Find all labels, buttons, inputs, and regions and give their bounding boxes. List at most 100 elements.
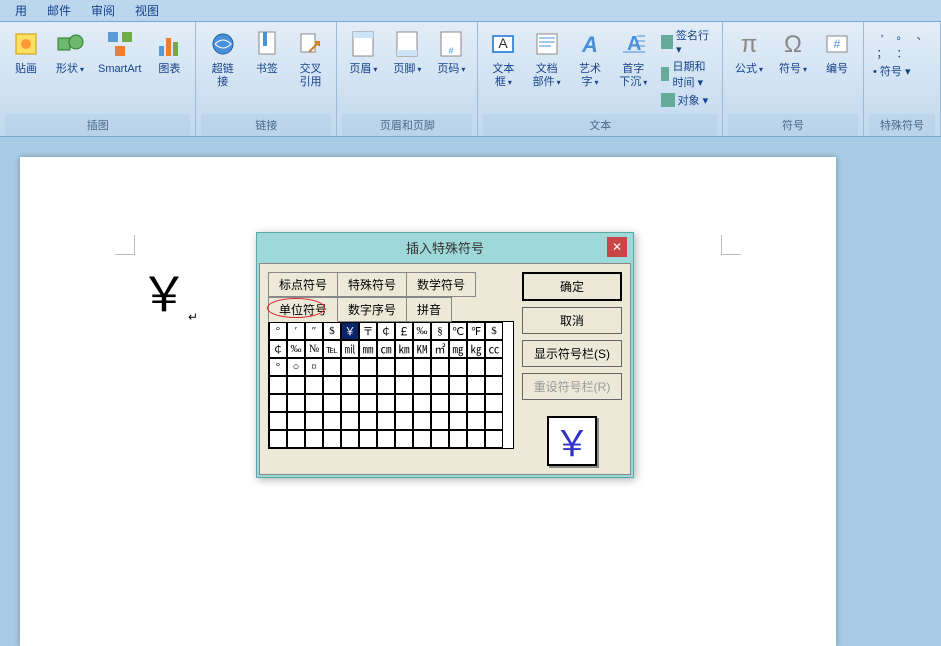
menu-item-0[interactable]: 用 xyxy=(5,0,37,21)
symbol-cell[interactable] xyxy=(377,412,395,430)
symbol-cell[interactable] xyxy=(431,394,449,412)
symbol-cell[interactable] xyxy=(377,394,395,412)
symbol-cell[interactable] xyxy=(359,376,377,394)
symbol-cell[interactable] xyxy=(323,376,341,394)
symbol-cell[interactable] xyxy=(485,376,503,394)
symbol-cell[interactable] xyxy=(395,430,413,448)
ribbon-btn-smartart[interactable]: SmartArt xyxy=(93,25,146,79)
symbol-cell[interactable] xyxy=(431,358,449,376)
symbol-cell[interactable] xyxy=(287,430,305,448)
symbol-cell[interactable]: ‰ xyxy=(413,322,431,340)
symbol-cell[interactable]: ℃ xyxy=(449,322,467,340)
symbol-cell[interactable] xyxy=(395,412,413,430)
special-symbol-dropdown[interactable]: • 符号 ▾ xyxy=(873,63,931,79)
menu-item-3[interactable]: 视图 xyxy=(125,0,169,21)
symbol-cell[interactable] xyxy=(359,412,377,430)
tab-unit[interactable]: 单位符号 xyxy=(268,297,338,322)
symbol-cell[interactable] xyxy=(269,412,287,430)
symbol-cell[interactable]: ‰ xyxy=(287,340,305,358)
symbol-cell[interactable]: ′ xyxy=(287,322,305,340)
ribbon-mini-item[interactable]: 对象 ▾ xyxy=(661,92,713,108)
symbol-cell[interactable] xyxy=(467,430,485,448)
symbol-cell[interactable] xyxy=(287,394,305,412)
symbol-cell[interactable]: ￠ xyxy=(269,340,287,358)
ok-button[interactable]: 确定 xyxy=(522,272,622,301)
symbol-cell[interactable] xyxy=(449,358,467,376)
menu-item-1[interactable]: 邮件 xyxy=(37,0,81,21)
ribbon-mini-item[interactable]: 签名行 ▾ xyxy=(661,27,713,56)
symbol-cell[interactable]: ℡ xyxy=(323,340,341,358)
tab-math[interactable]: 数学符号 xyxy=(406,272,476,297)
symbol-cell[interactable]: ° xyxy=(269,322,287,340)
symbol-cell[interactable] xyxy=(431,376,449,394)
symbol-cell[interactable] xyxy=(467,394,485,412)
symbol-cell[interactable] xyxy=(395,358,413,376)
ribbon-btn-header[interactable]: 页眉▾ xyxy=(342,25,384,79)
symbol-cell[interactable] xyxy=(359,430,377,448)
symbol-cell[interactable] xyxy=(305,376,323,394)
special-char-btn[interactable]: ： xyxy=(893,45,911,61)
symbol-cell[interactable] xyxy=(323,412,341,430)
special-char-btn[interactable]: , xyxy=(873,27,891,43)
ribbon-btn-textbox[interactable]: A文本框▾ xyxy=(483,25,523,92)
symbol-cell[interactable] xyxy=(449,412,467,430)
symbol-cell[interactable]: $ xyxy=(485,322,503,340)
ribbon-mini-item[interactable]: 日期和时间 ▾ xyxy=(661,58,713,90)
symbol-cell[interactable] xyxy=(467,358,485,376)
symbol-cell[interactable] xyxy=(467,412,485,430)
symbol-cell[interactable]: ㎜ xyxy=(359,340,377,358)
symbol-cell[interactable]: № xyxy=(305,340,323,358)
cancel-button[interactable]: 取消 xyxy=(522,307,622,334)
symbol-cell[interactable]: ㏕ xyxy=(341,340,359,358)
symbol-cell[interactable] xyxy=(287,412,305,430)
symbol-cell[interactable] xyxy=(269,394,287,412)
symbol-cell[interactable] xyxy=(377,358,395,376)
symbol-cell[interactable]: ○ xyxy=(287,358,305,376)
symbol-cell[interactable] xyxy=(341,430,359,448)
symbol-cell[interactable] xyxy=(431,430,449,448)
ribbon-btn-number[interactable]: #编号 xyxy=(816,25,858,79)
symbol-cell[interactable] xyxy=(485,430,503,448)
ribbon-btn-equation[interactable]: π公式▾ xyxy=(728,25,770,79)
dialog-title-bar[interactable]: 插入特殊符号 ✕ xyxy=(257,233,633,261)
symbol-cell[interactable]: ℉ xyxy=(467,322,485,340)
show-bar-button[interactable]: 显示符号栏(S) xyxy=(522,340,622,367)
symbol-cell[interactable] xyxy=(449,394,467,412)
symbol-cell[interactable] xyxy=(377,430,395,448)
symbol-cell[interactable] xyxy=(341,358,359,376)
symbol-cell[interactable]: ㎝ xyxy=(377,340,395,358)
symbol-cell[interactable] xyxy=(305,412,323,430)
symbol-cell[interactable] xyxy=(305,394,323,412)
symbol-cell[interactable]: ″ xyxy=(305,322,323,340)
symbol-cell[interactable] xyxy=(485,358,503,376)
symbol-cell[interactable] xyxy=(341,394,359,412)
symbol-cell[interactable] xyxy=(467,376,485,394)
ribbon-btn-hyperlink[interactable]: 超链接 xyxy=(201,25,244,92)
ribbon-btn-clipart[interactable]: 贴画 xyxy=(5,25,47,79)
special-char-btn[interactable]: 、 xyxy=(913,27,931,43)
symbol-cell[interactable]: § xyxy=(431,322,449,340)
tab-number[interactable]: 数字序号 xyxy=(337,297,407,322)
symbol-cell[interactable]: ㎏ xyxy=(467,340,485,358)
ribbon-btn-dropcap[interactable]: A首字下沉▾ xyxy=(612,25,655,92)
symbol-cell[interactable] xyxy=(359,394,377,412)
ribbon-btn-shapes[interactable]: 形状▾ xyxy=(49,25,91,79)
symbol-cell[interactable] xyxy=(359,358,377,376)
symbol-cell[interactable]: ￠ xyxy=(377,322,395,340)
symbol-cell[interactable] xyxy=(377,376,395,394)
symbol-cell[interactable] xyxy=(287,376,305,394)
document-text[interactable]: ￥↵ xyxy=(140,255,198,325)
symbol-cell[interactable]: ° xyxy=(269,358,287,376)
symbol-cell[interactable]: ￥ xyxy=(341,322,359,340)
symbol-cell[interactable]: 〒 xyxy=(359,322,377,340)
ribbon-btn-chart[interactable]: 图表 xyxy=(148,25,190,79)
symbol-cell[interactable]: ㎎ xyxy=(449,340,467,358)
symbol-cell[interactable]: ㏄ xyxy=(485,340,503,358)
symbol-cell[interactable] xyxy=(395,376,413,394)
ribbon-btn-crossref[interactable]: 交叉引用 xyxy=(290,25,332,92)
symbol-cell[interactable] xyxy=(413,376,431,394)
symbol-cell[interactable] xyxy=(413,394,431,412)
symbol-cell[interactable]: ㏎ xyxy=(413,340,431,358)
symbol-cell[interactable] xyxy=(485,412,503,430)
symbol-cell[interactable] xyxy=(413,430,431,448)
